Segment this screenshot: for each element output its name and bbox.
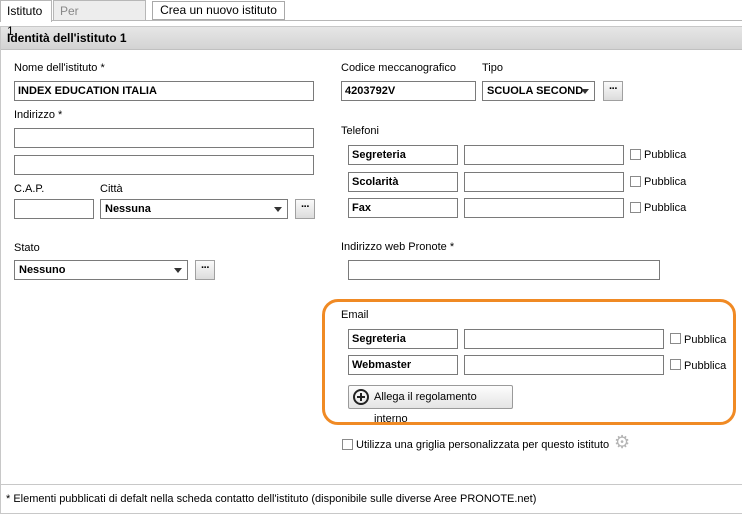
city-select[interactable]: Nessuna xyxy=(100,199,288,219)
phone-publish-checkbox-fax[interactable] xyxy=(630,202,641,213)
tab-divider xyxy=(0,20,742,21)
cap-input[interactable] xyxy=(14,199,94,219)
phone-input-scolarita[interactable] xyxy=(464,172,624,192)
footer-divider xyxy=(0,484,742,485)
tab-istituto-1[interactable]: Istituto 1 xyxy=(0,0,52,38)
phone-publish-label: Pubblica xyxy=(644,202,687,214)
code-label: Codice meccanografico xyxy=(341,62,456,74)
address-line1-input[interactable] xyxy=(14,128,314,148)
type-value: SCUOLA SECOND xyxy=(487,85,584,97)
phone-input-fax[interactable] xyxy=(464,198,624,218)
gear-icon[interactable]: ⚙ xyxy=(614,433,632,451)
phone-publish-label: Pubblica xyxy=(644,176,687,188)
email-publish-checkbox-segreteria[interactable] xyxy=(670,333,681,344)
type-more-button[interactable]: ··· xyxy=(603,81,623,101)
phone-publish-checkbox-scolarita[interactable] xyxy=(630,176,641,187)
phone-publish-label: Pubblica xyxy=(644,149,687,161)
phones-label: Telefoni xyxy=(341,125,379,137)
web-address-input[interactable] xyxy=(348,260,660,280)
footer-note: * Elementi pubblicati di defalt nella sc… xyxy=(6,493,537,505)
state-select[interactable]: Nessuno xyxy=(14,260,188,280)
type-select[interactable]: SCUOLA SECOND xyxy=(482,81,595,101)
new-institute-button[interactable]: Crea un nuovo istituto xyxy=(152,1,285,20)
chevron-down-icon xyxy=(274,207,282,212)
state-label: Stato xyxy=(14,242,40,254)
phone-name-segreteria[interactable]: Segreteria xyxy=(348,145,458,165)
state-more-button[interactable]: ··· xyxy=(195,260,215,280)
email-publish-label: Pubblica xyxy=(684,360,727,372)
attach-regulation-label: Allega il regolamento interno xyxy=(374,391,477,425)
phone-input-segreteria[interactable] xyxy=(464,145,624,165)
tab-per-connessione[interactable]: Per connessione xyxy=(53,0,146,38)
city-value: Nessuna xyxy=(105,203,151,215)
panel-title: Identità dell'istituto 1 xyxy=(1,27,742,50)
custom-grid-label: Utilizza una griglia personalizzata per … xyxy=(356,439,610,451)
email-input-segreteria[interactable] xyxy=(464,329,664,349)
email-name-segreteria[interactable]: Segreteria xyxy=(348,329,458,349)
cap-label: C.A.P. xyxy=(14,183,45,195)
phone-publish-checkbox-segreteria[interactable] xyxy=(630,149,641,160)
plus-circle-icon xyxy=(353,389,369,405)
custom-grid-checkbox[interactable] xyxy=(342,439,353,450)
chevron-down-icon xyxy=(174,268,182,273)
chevron-down-icon xyxy=(581,89,589,94)
type-label: Tipo xyxy=(482,62,503,74)
email-publish-label: Pubblica xyxy=(684,334,727,346)
phone-name-scolarita[interactable]: Scolarità xyxy=(348,172,458,192)
phone-name-fax[interactable]: Fax xyxy=(348,198,458,218)
address-label: Indirizzo * xyxy=(14,109,63,121)
email-name-webmaster[interactable]: Webmaster xyxy=(348,355,458,375)
address-line2-input[interactable] xyxy=(14,155,314,175)
city-label: Città xyxy=(100,183,123,195)
email-input-webmaster[interactable] xyxy=(464,355,664,375)
email-label: Email xyxy=(341,309,369,321)
attach-regulation-button[interactable]: Allega il regolamento interno xyxy=(348,385,513,425)
name-label: Nome dell'istituto * xyxy=(14,62,105,74)
web-label: Indirizzo web Pronote * xyxy=(341,241,455,253)
city-more-button[interactable]: ··· xyxy=(295,199,315,219)
state-value: Nessuno xyxy=(19,264,66,276)
email-publish-checkbox-webmaster[interactable] xyxy=(670,359,681,370)
name-input[interactable]: INDEX EDUCATION ITALIA xyxy=(14,81,314,101)
code-input[interactable]: 4203792V xyxy=(341,81,476,101)
